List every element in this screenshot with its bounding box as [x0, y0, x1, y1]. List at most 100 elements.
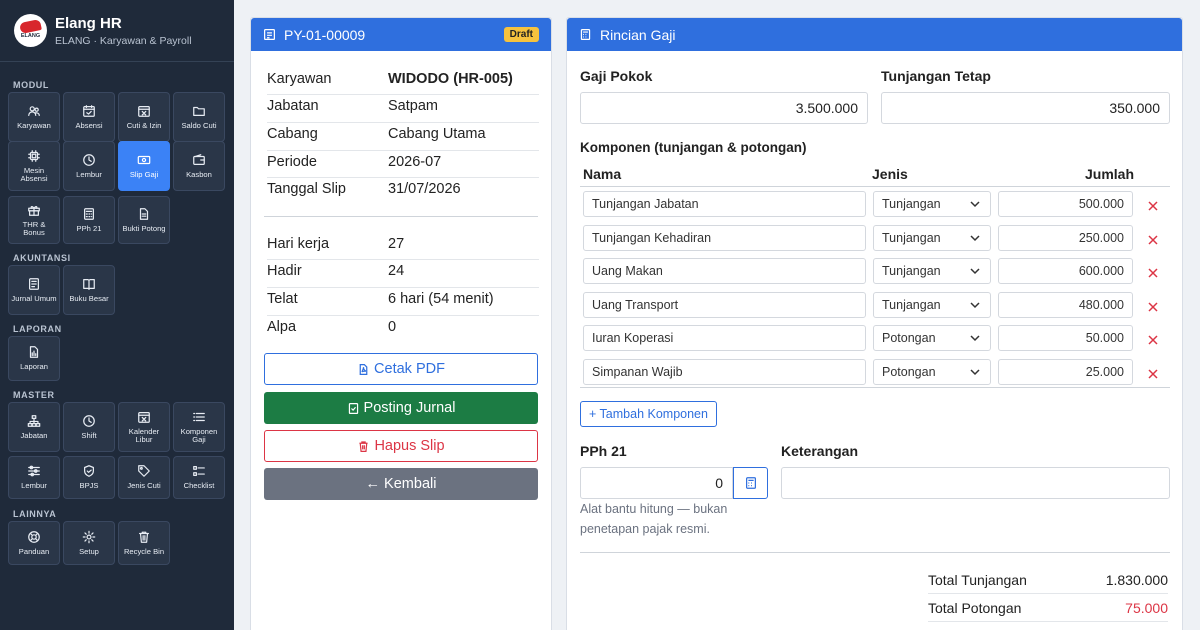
- sidebar-item-panduan[interactable]: Panduan: [8, 521, 60, 565]
- sidebar-item-laporan[interactable]: Laporan: [8, 336, 60, 381]
- component-name-input[interactable]: Tunjangan Kehadiran: [583, 225, 866, 251]
- sidebar-item-recycle-bin[interactable]: Recycle Bin: [118, 521, 170, 565]
- remove-row-button[interactable]: [1147, 333, 1159, 345]
- users-icon: [28, 105, 40, 116]
- sidebar-item-buku-besar[interactable]: Buku Besar: [63, 265, 115, 315]
- sidebar-item-bukti-potong[interactable]: Bukti Potong: [118, 196, 170, 244]
- select-value: Potongan: [882, 365, 936, 379]
- select-value: Tunjangan: [882, 197, 941, 211]
- component-name-input[interactable]: Iuran Koperasi: [583, 325, 866, 351]
- remove-row-button[interactable]: [1147, 367, 1159, 379]
- sidebar-item-kalender-libur[interactable]: Kalender Libur: [118, 402, 170, 452]
- sidebar-item-pph21[interactable]: PPh 21: [63, 196, 115, 244]
- component-type-select[interactable]: Tunjangan: [873, 258, 991, 284]
- sidebar-item-kasbon[interactable]: Kasbon: [173, 141, 225, 191]
- table-divider: [580, 387, 1170, 388]
- shield-icon: [84, 465, 94, 478]
- button-label: Hapus Slip: [374, 438, 445, 454]
- sidebar-item-mesin-absensi[interactable]: Mesin Absensi: [8, 141, 60, 191]
- sidebar-item-jenis-cuti[interactable]: Jenis Cuti: [118, 456, 170, 499]
- calculator-icon: [745, 477, 756, 489]
- sidebar-item-cuti-izin[interactable]: Cuti & Izin: [118, 92, 170, 142]
- component-type-select[interactable]: Tunjangan: [873, 191, 991, 217]
- sidebar-item-setup[interactable]: Setup: [63, 521, 115, 565]
- back-button[interactable]: ← Kembali: [264, 468, 538, 500]
- brand: ELANG Elang HR ELANG · Karyawan & Payrol…: [0, 0, 234, 62]
- sidebar-item-label: Recycle Bin: [123, 546, 165, 556]
- component-amount-input[interactable]: 25.000: [998, 359, 1133, 385]
- sidebar-item-checklist[interactable]: Checklist: [173, 456, 225, 499]
- component-name-input[interactable]: Uang Transport: [583, 292, 866, 318]
- pph21-input[interactable]: 0: [580, 467, 733, 499]
- sidebar-item-label: Absensi: [75, 120, 103, 130]
- attendance-row: Hadir 24: [267, 260, 539, 288]
- sidebar-item-label: Setup: [79, 546, 99, 556]
- remove-row-button[interactable]: [1147, 300, 1159, 312]
- sidebar-item-lembur[interactable]: Lembur: [63, 141, 115, 191]
- sidebar-item-label: THR & Bonus: [22, 219, 46, 237]
- post-journal-button[interactable]: Posting Jurnal: [264, 392, 538, 424]
- keterangan-input[interactable]: [781, 467, 1170, 499]
- info-row: Cabang Cabang Utama: [267, 123, 539, 151]
- info-row: Periode 2026-07: [267, 151, 539, 178]
- select-value: Tunjangan: [882, 231, 941, 245]
- sidebar-item-label: BPJS: [79, 481, 99, 491]
- sidebar-item-slip-gaji[interactable]: Slip Gaji: [118, 141, 170, 191]
- add-component-button[interactable]: + Tambah Komponen: [580, 401, 717, 427]
- sidebar-item-label: PPh 21: [76, 223, 102, 233]
- remove-row-button[interactable]: [1147, 199, 1159, 211]
- component-name-input[interactable]: Simpanan Wajib: [583, 359, 866, 385]
- detail-title: Rincian Gaji: [600, 26, 676, 43]
- sidebar-item-lembur-master[interactable]: Lembur: [8, 456, 60, 499]
- sidebar-item-label: Slip Gaji: [129, 169, 159, 179]
- component-amount-input[interactable]: 480.000: [998, 292, 1133, 318]
- book-icon: [83, 278, 95, 290]
- remove-row-button[interactable]: [1147, 266, 1159, 278]
- info-row: Tanggal Slip 31/07/2026: [267, 178, 539, 206]
- component-name-input[interactable]: Tunjangan Jabatan: [583, 191, 866, 217]
- component-type-select[interactable]: Tunjangan: [873, 225, 991, 251]
- info-row: Karyawan WIDODO (HR-005): [267, 68, 539, 95]
- print-pdf-button[interactable]: Cetak PDF: [264, 353, 538, 385]
- sidebar-item-jurnal-umum[interactable]: Jurnal Umum: [8, 265, 60, 315]
- sidebar-item-thr-bonus[interactable]: THR & Bonus: [8, 196, 60, 244]
- component-type-select[interactable]: Potongan: [873, 325, 991, 351]
- component-type-select[interactable]: Tunjangan: [873, 292, 991, 318]
- attendance-row: Alpa 0: [267, 316, 539, 344]
- remove-row-button[interactable]: [1147, 233, 1159, 245]
- sidebar-item-absensi[interactable]: Absensi: [63, 92, 115, 142]
- clock-icon: [83, 153, 95, 166]
- section-title-akuntansi: AKUNTANSI: [13, 253, 71, 263]
- calendar-x-icon: [138, 411, 150, 423]
- tunjangan-tetap-input[interactable]: 350.000: [881, 92, 1170, 124]
- checklist-icon: [193, 466, 205, 477]
- delete-slip-button[interactable]: Hapus Slip: [264, 430, 538, 462]
- column-header-jumlah: Jumlah: [1085, 166, 1135, 182]
- slip-code: PY-01-00009: [284, 26, 366, 43]
- chevron-down-icon: [970, 369, 980, 376]
- component-name-input[interactable]: Uang Makan: [583, 258, 866, 284]
- app-title: Elang HR: [55, 14, 122, 32]
- calculate-pph-button[interactable]: [733, 467, 768, 499]
- component-amount-input[interactable]: 250.000: [998, 225, 1133, 251]
- sidebar-item-bpjs[interactable]: BPJS: [63, 456, 115, 499]
- chevron-down-icon: [970, 302, 980, 309]
- select-value: Potongan: [882, 331, 936, 345]
- component-amount-input[interactable]: 600.000: [998, 258, 1133, 284]
- sidebar-item-karyawan[interactable]: Karyawan: [8, 92, 60, 142]
- detail-card-header: Rincian Gaji: [567, 18, 1182, 51]
- sidebar-item-shift[interactable]: Shift: [63, 402, 115, 452]
- logo-text: ELANG: [20, 33, 41, 39]
- report-icon: [29, 346, 39, 359]
- attendance-label: Alpa: [267, 319, 297, 335]
- info-value: 2026-07: [388, 154, 442, 170]
- gaji-pokok-label: Gaji Pokok: [580, 68, 653, 84]
- sidebar-item-saldo-cuti[interactable]: Saldo Cuti: [173, 92, 225, 142]
- sidebar-item-label: Shift: [81, 430, 97, 440]
- component-amount-input[interactable]: 50.000: [998, 325, 1133, 351]
- sidebar-item-jabatan[interactable]: Jabatan: [8, 402, 60, 452]
- component-amount-input[interactable]: 500.000: [998, 191, 1133, 217]
- gaji-pokok-input[interactable]: 3.500.000: [580, 92, 868, 124]
- sidebar-item-komponen-gaji[interactable]: Komponen Gaji: [173, 402, 225, 452]
- component-type-select[interactable]: Potongan: [873, 359, 991, 385]
